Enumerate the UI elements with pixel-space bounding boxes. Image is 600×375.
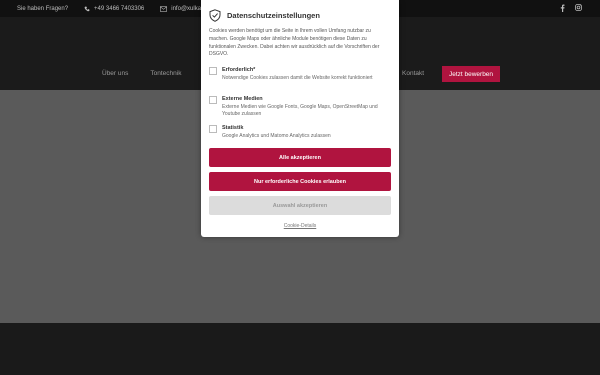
required-checkbox[interactable] (209, 67, 217, 75)
phone-number: +49 3466 7403306 (94, 5, 145, 12)
footer-section (0, 323, 600, 375)
nav-item-ueber-uns[interactable]: Über uns (102, 70, 128, 77)
phone-icon (84, 6, 90, 11)
option-required-title: Erforderlich* (222, 67, 256, 73)
nav-item-tontechnik[interactable]: Tontechnik (150, 70, 181, 77)
accept-selection-button[interactable]: Auswahl akzeptieren (209, 196, 391, 215)
shield-check-icon (209, 9, 221, 22)
modal-title: Datenschutzeinstellungen (227, 11, 320, 20)
option-external-media-title: Externe Medien (222, 96, 263, 102)
option-required-desc: Notwendige Cookies zulassen damit die We… (222, 75, 373, 81)
apply-now-button[interactable]: Jetzt bewerben (442, 66, 500, 82)
option-external-media-desc: Externe Medien wie Google Fonts, Google … (222, 104, 378, 117)
cookie-consent-modal: Datenschutzeinstellungen Cookies werden … (201, 0, 399, 237)
question-text: Sie haben Fragen? (17, 5, 69, 12)
accept-necessary-button[interactable]: Nur erforderliche Cookies erlauben (209, 172, 391, 191)
phone-link[interactable]: +49 3466 7403306 (84, 6, 144, 12)
social-links (560, 4, 582, 12)
mail-icon (160, 5, 168, 12)
modal-header: Datenschutzeinstellungen (209, 9, 320, 22)
external-media-checkbox[interactable] (209, 96, 217, 104)
nav-item-kontakt[interactable]: Kontakt (402, 70, 424, 77)
option-statistics-title: Statistik (222, 125, 244, 131)
facebook-icon[interactable] (560, 4, 565, 12)
accept-all-button[interactable]: Alle akzeptieren (209, 148, 391, 167)
statistics-checkbox[interactable] (209, 125, 217, 133)
option-statistics-desc: Google Analytics und Matomo Analytics zu… (222, 133, 331, 139)
modal-intro-text: Cookies werden benötigt um die Seite in … (209, 28, 380, 58)
cookie-details-link[interactable]: Cookie-Details (201, 223, 399, 229)
instagram-icon[interactable] (575, 4, 582, 11)
